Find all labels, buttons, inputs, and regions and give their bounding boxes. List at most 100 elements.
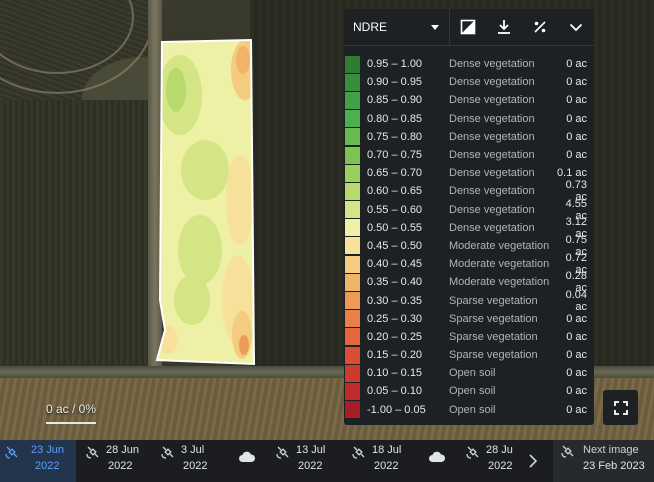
cloud-icon: [239, 451, 256, 462]
chevron-right-icon[interactable]: [527, 453, 539, 469]
timeline-day: 28 Jun: [106, 444, 140, 456]
timeline-date-item[interactable]: 13 Jul 2022: [268, 440, 340, 482]
legend-row: 0.25 – 0.30 Sparse vegetation 0 ac: [344, 310, 594, 328]
legend-area: 0 ac: [566, 367, 587, 380]
legend-range: 0.60 – 0.65: [367, 185, 423, 198]
legend-area: 0.04 ac: [565, 288, 587, 313]
legend-area: 0 ac: [566, 149, 587, 162]
legend-area: 0 ac: [566, 112, 587, 125]
timeline-date-item[interactable]: 23 Jun 2022: [0, 440, 76, 482]
legend-class: Open soil: [449, 385, 496, 398]
legend-class: Sparse vegetation: [449, 312, 538, 325]
legend-swatch: [345, 128, 360, 146]
legend-row: 0.15 – 0.20 Sparse vegetation 0 ac: [344, 346, 594, 364]
legend-range: 0.30 – 0.35: [367, 294, 423, 307]
image-contrast-icon: [460, 19, 476, 35]
legend-range: 0.15 – 0.20: [367, 349, 423, 362]
satellite-icon: [86, 446, 99, 459]
legend-swatch: [345, 182, 360, 200]
timeline-day: 13 Jul: [296, 444, 326, 456]
legend-swatch: [345, 382, 360, 400]
legend-swatch: [345, 255, 360, 273]
legend-swatch: [345, 346, 360, 364]
legend-class: Sparse vegetation: [449, 294, 538, 307]
legend-row: 0.95 – 1.00 Dense vegetation 0 ac: [344, 55, 594, 73]
legend-area: 0 ac: [566, 76, 587, 89]
legend-area: 0.1 ac: [557, 167, 587, 180]
legend-swatch: [345, 73, 360, 91]
legend-row: 0.90 – 0.95 Dense vegetation 0 ac: [344, 73, 594, 91]
satellite-icon: [276, 446, 289, 459]
legend-class: Dense vegetation: [449, 203, 535, 216]
legend-rows: 0.95 – 1.00 Dense vegetation 0 ac 0.90 – 0.…: [344, 46, 594, 419]
legend-class: Dense vegetation: [449, 185, 535, 198]
legend-panel: NDRE 0.95 – 1.00 Dense vegetation 0 ac 0…: [344, 9, 594, 425]
legend-class: Dense vegetation: [449, 167, 535, 180]
legend-area: 0 ac: [566, 58, 587, 71]
legend-class: Dense vegetation: [449, 76, 535, 89]
percent-toggle-button[interactable]: [522, 9, 558, 45]
legend-range: 0.10 – 0.15: [367, 367, 423, 380]
timeline-year: 2022: [35, 460, 60, 472]
legend-row: 0.80 – 0.85 Dense vegetation 0 ac: [344, 110, 594, 128]
legend-class: Dense vegetation: [449, 94, 535, 107]
legend-range: 0.35 – 0.40: [367, 276, 423, 289]
legend-swatch: [345, 273, 360, 291]
fullscreen-button[interactable]: [603, 390, 638, 425]
legend-swatch: [345, 201, 360, 219]
download-button[interactable]: [486, 9, 522, 45]
legend-range: 0.25 – 0.30: [367, 312, 423, 325]
legend-row: 0.70 – 0.75 Dense vegetation 0 ac: [344, 146, 594, 164]
collapse-button[interactable]: [558, 9, 594, 45]
chevron-down-icon: [569, 23, 583, 32]
legend-range: 0.85 – 0.90: [367, 94, 423, 107]
legend-range: 0.75 – 0.80: [367, 130, 423, 143]
legend-swatch: [345, 364, 360, 382]
legend-swatch: [345, 91, 360, 109]
legend-area: 0 ac: [566, 349, 587, 362]
legend-class: Dense vegetation: [449, 112, 535, 125]
timeline-year: 2022: [183, 460, 208, 472]
legend-class: Moderate vegetation: [449, 258, 550, 271]
index-select[interactable]: NDRE: [344, 9, 450, 45]
timeline-date-item[interactable]: 3 Jul 2022: [153, 440, 225, 482]
legend-toolbar: NDRE: [344, 9, 594, 46]
legend-class: Dense vegetation: [449, 58, 535, 71]
next-image-date: 23 Feb 2023: [583, 460, 645, 472]
satellite-icon: [352, 446, 365, 459]
satellite-icon: [466, 446, 479, 459]
next-image-button[interactable]: Next image 23 Feb 2023: [553, 440, 654, 482]
legend-row: -1.00 – 0.05 Open soil 0 ac: [344, 401, 594, 419]
timeline-day: 18 Jul: [372, 444, 402, 456]
area-scale-label: 0 ac / 0%: [46, 402, 97, 416]
percent-icon: [534, 21, 546, 33]
legend-area: 0 ac: [566, 312, 587, 325]
timeline-date-item[interactable]: 18 Jul 2022: [344, 440, 416, 482]
timeline-year: 2022: [108, 460, 133, 472]
timeline-year: 2022: [298, 460, 323, 472]
satellite-icon: [5, 446, 18, 459]
legend-area: 0 ac: [566, 94, 587, 107]
legend-class: Open soil: [449, 367, 496, 380]
legend-swatch: [345, 328, 360, 346]
legend-swatch: [345, 55, 360, 73]
legend-range: 0.40 – 0.45: [367, 258, 423, 271]
legend-area: 0 ac: [566, 130, 587, 143]
legend-swatch: [345, 219, 360, 237]
legend-swatch: [345, 110, 360, 128]
legend-area: 0 ac: [566, 330, 587, 343]
image-toggle-button[interactable]: [450, 9, 486, 45]
legend-class: Dense vegetation: [449, 221, 535, 234]
legend-row: 0.75 – 0.80 Dense vegetation 0 ac: [344, 128, 594, 146]
legend-swatch: [345, 164, 360, 182]
timeline-date-item[interactable]: 28 Ju 2022: [458, 440, 530, 482]
legend-swatch: [345, 310, 360, 328]
cloudy-image-button[interactable]: [428, 450, 446, 467]
legend-row: 0.10 – 0.15 Open soil 0 ac: [344, 364, 594, 382]
legend-range: 0.80 – 0.85: [367, 112, 423, 125]
timeline-date-item[interactable]: 28 Jun 2022: [78, 440, 150, 482]
legend-area: 0 ac: [566, 403, 587, 416]
legend-class: Dense vegetation: [449, 149, 535, 162]
cloudy-image-button[interactable]: [238, 450, 256, 467]
legend-range: -1.00 – 0.05: [367, 403, 426, 416]
